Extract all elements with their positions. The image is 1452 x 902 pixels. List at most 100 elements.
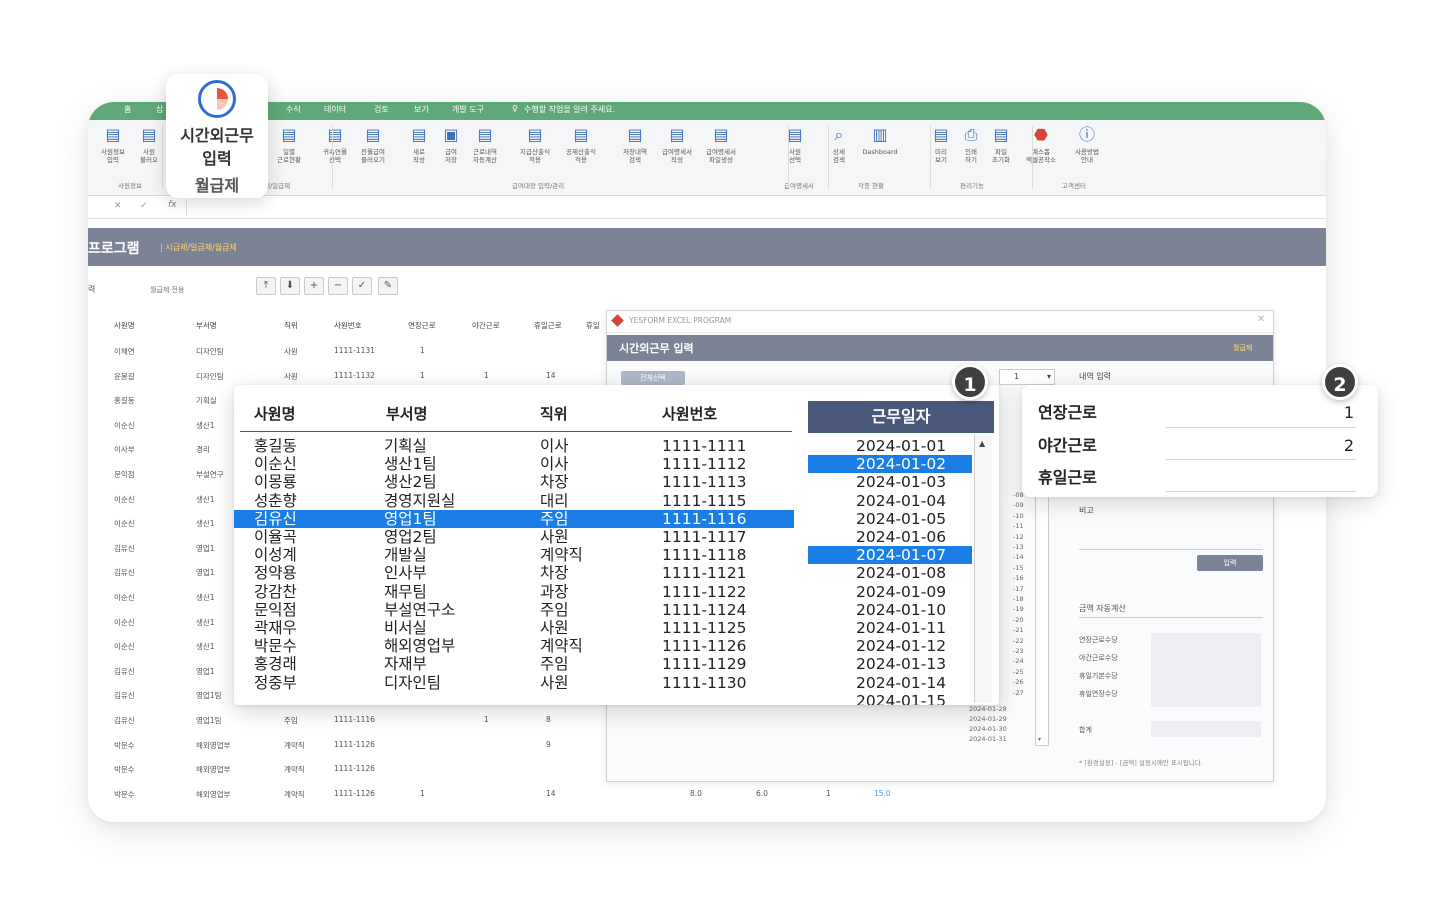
- formula-input[interactable]: [186, 199, 1324, 216]
- fx-icon[interactable]: fx: [168, 200, 177, 210]
- sheet-cell[interactable]: 주임: [284, 715, 298, 726]
- tell-me-search[interactable]: 수행할 작업을 알려 주세요.: [524, 104, 615, 115]
- sheet-cell[interactable]: 김유신: [114, 567, 135, 578]
- sheet-cell[interactable]: 14: [546, 789, 556, 798]
- add-row-button[interactable]: +: [304, 277, 324, 295]
- menu-data[interactable]: 데이터: [324, 104, 346, 115]
- sheet-cell[interactable]: 생산1: [196, 617, 215, 628]
- date-list-item[interactable]: 2024-01-11: [808, 619, 972, 637]
- sheet-cell[interactable]: 이순신: [114, 420, 135, 431]
- ribbon-button[interactable]: ▤ 사원 선택: [778, 124, 812, 164]
- sheet-cell[interactable]: 9: [546, 740, 551, 749]
- sheet-cell[interactable]: 이순신: [114, 617, 135, 628]
- sheet-cell[interactable]: 1111-1126: [334, 764, 375, 773]
- employee-list-item[interactable]: 김유신 영업1팀 주임 1111-1116: [234, 509, 794, 528]
- sheet-cell[interactable]: 1: [420, 789, 425, 798]
- sheet-cell[interactable]: 기획실: [196, 395, 217, 406]
- date-list-scrollbar[interactable]: ▲: [974, 435, 992, 703]
- sheet-cell[interactable]: 생산1: [196, 494, 215, 505]
- sheet-cell[interactable]: 계약직: [284, 740, 305, 751]
- sheet-cell[interactable]: 김유신: [114, 715, 135, 726]
- sheet-cell[interactable]: 디자인팀: [196, 371, 224, 382]
- date-list-item[interactable]: 2024-01-12: [808, 637, 972, 655]
- move-down-button[interactable]: ⬇: [280, 277, 300, 295]
- small-date[interactable]: 2024-01-28: [969, 705, 1007, 713]
- sheet-cell[interactable]: 1111-1126: [334, 789, 375, 798]
- sheet-cell[interactable]: 영업1: [196, 543, 215, 554]
- date-list-item[interactable]: 2024-01-14: [808, 674, 972, 692]
- date-list-item[interactable]: 2024-01-09: [808, 583, 972, 601]
- ribbon-button[interactable]: ▤ 근로내역 자동계산: [468, 124, 502, 164]
- date-list-item[interactable]: 2024-01-01: [808, 437, 972, 455]
- employee-list-item[interactable]: 곽재우 비서실 사원 1111-1125: [234, 619, 794, 637]
- sheet-cell[interactable]: 1111-1132: [334, 371, 375, 380]
- ribbon-button[interactable]: ⓘ 사용방법 안내: [1070, 124, 1104, 164]
- sheet-cell[interactable]: 영업1팀: [196, 715, 221, 726]
- sheet-cell[interactable]: 생산1: [196, 592, 215, 603]
- sheet-cell[interactable]: 문익점: [114, 469, 135, 480]
- menu-developer[interactable]: 개발 도구: [452, 104, 484, 115]
- month-select[interactable]: 1 ▾: [999, 369, 1055, 385]
- date-list-item[interactable]: 2024-01-15: [808, 692, 972, 705]
- date-list-item[interactable]: 2024-01-02: [808, 455, 972, 474]
- employee-list-item[interactable]: 이순신 생산1팀 이사 1111-1112: [234, 455, 794, 473]
- sheet-cell[interactable]: 이순신: [114, 494, 135, 505]
- remove-row-button[interactable]: −: [328, 277, 348, 295]
- sheet-cell[interactable]: 생산1: [196, 518, 215, 529]
- date-list-item[interactable]: 2024-01-03: [808, 473, 972, 491]
- edit-button[interactable]: ✎: [378, 277, 398, 295]
- employee-list-item[interactable]: 문익점 부설연구소 주임 1111-1124: [234, 601, 794, 619]
- sheet-cell[interactable]: 1111-1131: [334, 346, 375, 355]
- check-icon[interactable]: ✓: [140, 201, 148, 211]
- date-list-item[interactable]: 2024-01-05: [808, 510, 972, 528]
- employee-list-item[interactable]: 강감찬 재무팀 과장 1111-1122: [234, 583, 794, 601]
- sheet-cell[interactable]: 생산1: [196, 641, 215, 652]
- small-date[interactable]: 2024-01-31: [969, 735, 1007, 743]
- menu-home[interactable]: 홈: [124, 104, 131, 115]
- employee-list-item[interactable]: 이몽룡 생산2팀 차장 1111-1113: [234, 473, 794, 491]
- ribbon-button[interactable]: ▣ 급여 저장: [434, 124, 468, 164]
- date-scrollbar[interactable]: ▾: [1035, 496, 1049, 746]
- menu-review[interactable]: 검토: [374, 104, 389, 115]
- sheet-cell[interactable]: 1: [484, 371, 489, 380]
- sheet-cell[interactable]: 해외영업부: [196, 764, 231, 775]
- card-overtime-value[interactable]: 1: [1344, 403, 1354, 422]
- overtime-input-ribbon-card[interactable]: 시간외근무 입력 월급제: [166, 74, 268, 198]
- employee-list-item[interactable]: 박문수 해외영업부 계약직 1111-1126: [234, 637, 794, 655]
- sheet-cell[interactable]: 이사부: [114, 444, 135, 455]
- date-list-item[interactable]: 2024-01-04: [808, 492, 972, 510]
- sheet-cell[interactable]: 8: [546, 715, 551, 724]
- small-date[interactable]: 2024-01-29: [969, 715, 1007, 723]
- menu-view[interactable]: 보기: [414, 104, 429, 115]
- ribbon-button[interactable]: ⎙ 인쇄 하기: [954, 124, 988, 164]
- close-icon[interactable]: ✕: [1257, 314, 1265, 325]
- date-list-item[interactable]: 2024-01-06: [808, 528, 972, 546]
- ribbon-button[interactable]: ▤ 새로 작성: [402, 124, 436, 164]
- sheet-cell[interactable]: 영업1: [196, 567, 215, 578]
- ribbon-button[interactable]: ▤ 저장내역 검색: [618, 124, 652, 164]
- sheet-cell[interactable]: 디자인팀: [196, 346, 224, 357]
- sheet-cell[interactable]: 1111-1126: [334, 740, 375, 749]
- sheet-cell[interactable]: 1: [484, 715, 489, 724]
- sheet-cell[interactable]: 이채연: [114, 346, 135, 357]
- employee-list-item[interactable]: 정중부 디자인팀 사원 1111-1130: [234, 674, 794, 692]
- sheet-cell[interactable]: 계약직: [284, 764, 305, 775]
- sheet-cell[interactable]: 생산1: [196, 420, 215, 431]
- ribbon-button[interactable]: ▤ 급여명세서 작성: [660, 124, 694, 164]
- employee-list-item[interactable]: 성춘향 경영지원실 대리 1111-1115: [234, 492, 794, 510]
- menu-formula[interactable]: 수식: [286, 104, 301, 115]
- date-list-item[interactable]: 2024-01-10: [808, 601, 972, 619]
- employee-list-item[interactable]: 이성계 개발실 계약직 1111-1118: [234, 546, 794, 564]
- submit-button[interactable]: 입력: [1197, 555, 1263, 571]
- small-date[interactable]: 2024-01-30: [969, 725, 1007, 733]
- sheet-cell[interactable]: 박문수: [114, 789, 135, 800]
- sheet-cell[interactable]: 이순신: [114, 592, 135, 603]
- date-list-item[interactable]: 2024-01-13: [808, 655, 972, 673]
- sheet-cell[interactable]: 영업1: [196, 666, 215, 677]
- date-list-item[interactable]: 2024-01-07: [808, 546, 972, 565]
- sheet-cell[interactable]: 경리: [196, 444, 210, 455]
- ribbon-button[interactable]: ▤ 급여명세서 파일생성: [704, 124, 738, 164]
- sheet-cell[interactable]: 이순신: [114, 641, 135, 652]
- sheet-cell[interactable]: 사원: [284, 346, 298, 357]
- sheet-cell[interactable]: 박문수: [114, 764, 135, 775]
